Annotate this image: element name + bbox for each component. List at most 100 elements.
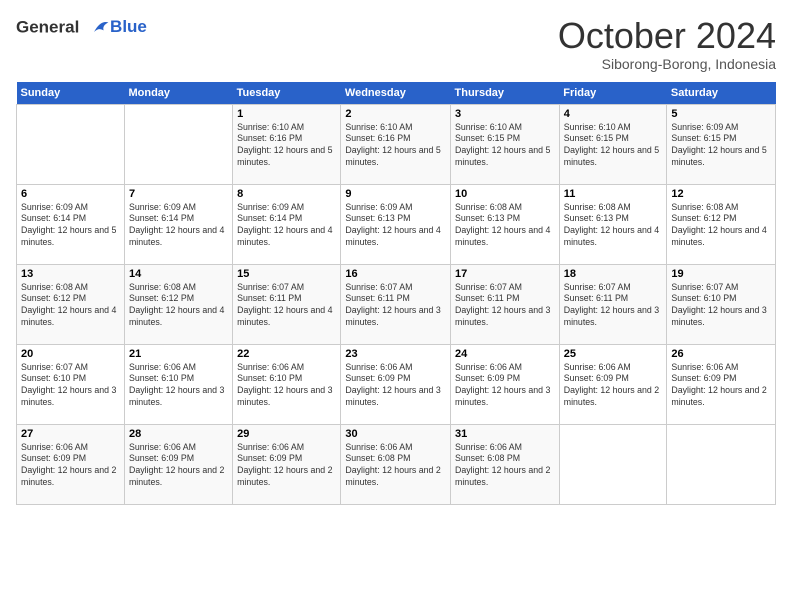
table-row: 11 Sunrise: 6:08 AM Sunset: 6:13 PM Dayli… [559, 184, 667, 264]
calendar-header-row: Sunday Monday Tuesday Wednesday Thursday… [17, 82, 776, 105]
calendar-week-row: 13 Sunrise: 6:08 AM Sunset: 6:12 PM Dayli… [17, 264, 776, 344]
table-row: 2 Sunrise: 6:10 AM Sunset: 6:16 PM Daylig… [341, 104, 451, 184]
table-row: 12 Sunrise: 6:08 AM Sunset: 6:12 PM Dayli… [667, 184, 776, 264]
table-row: 23 Sunrise: 6:06 AM Sunset: 6:09 PM Dayli… [341, 344, 451, 424]
day-number: 1 [237, 108, 336, 120]
table-row: 31Sunrise: 6:06 AM Sunset: 6:08 PM Dayli… [451, 424, 560, 504]
title-block: October 2024 Siborong-Borong, Indonesia [558, 16, 776, 72]
table-row: 4 Sunrise: 6:10 AM Sunset: 6:15 PM Daylig… [559, 104, 667, 184]
day-number: 28 [129, 428, 228, 440]
day-info: Sunrise: 6:08 AM Sunset: 6:12 PM Dayligh… [671, 202, 771, 250]
logo-general: General [16, 17, 79, 36]
day-number: 8 [237, 188, 336, 200]
day-number: 20 [21, 348, 120, 360]
day-number: 12 [671, 188, 771, 200]
header-monday: Monday [124, 82, 232, 105]
day-info: Sunrise: 6:06 AM Sunset: 6:10 PM Dayligh… [129, 362, 228, 410]
day-info: Sunrise: 6:09 AM Sunset: 6:14 PM Dayligh… [129, 202, 228, 250]
day-info: Sunrise: 6:10 AM Sunset: 6:16 PM Dayligh… [237, 122, 336, 170]
table-row: 10Sunrise: 6:08 AM Sunset: 6:13 PM Dayli… [451, 184, 560, 264]
header-saturday: Saturday [667, 82, 776, 105]
table-row: 24 Sunrise: 6:06 AM Sunset: 6:09 PM Dayli… [451, 344, 560, 424]
table-row: 3 Sunrise: 6:10 AM Sunset: 6:15 PM Daylig… [451, 104, 560, 184]
day-info: Sunrise: 6:08 AM Sunset: 6:13 PM Dayligh… [564, 202, 663, 250]
page-header: General Blue October 2024 Siborong-Boron… [16, 16, 776, 72]
table-row: 16 Sunrise: 6:07 AM Sunset: 6:11 PM Dayli… [341, 264, 451, 344]
day-info: Sunrise: 6:07 AM Sunset: 6:11 PM Dayligh… [237, 282, 336, 330]
day-number: 18 [564, 268, 663, 280]
table-row [124, 104, 232, 184]
day-info: Sunrise: 6:08 AM Sunset: 6:12 PM Dayligh… [129, 282, 228, 330]
day-number: 21 [129, 348, 228, 360]
table-row: 1 Sunrise: 6:10 AM Sunset: 6:16 PM Daylig… [233, 104, 341, 184]
day-info: Sunrise: 6:06 AM Sunset: 6:09 PM Dayligh… [671, 362, 771, 410]
calendar-week-row: 6 Sunrise: 6:09 AM Sunset: 6:14 PM Daylig… [17, 184, 776, 264]
day-number: 3 [455, 108, 555, 120]
day-number: 22 [237, 348, 336, 360]
calendar-table: Sunday Monday Tuesday Wednesday Thursday… [16, 82, 776, 505]
table-row: 18 Sunrise: 6:07 AM Sunset: 6:11 PM Dayli… [559, 264, 667, 344]
day-info: Sunrise: 6:09 AM Sunset: 6:14 PM Dayligh… [21, 202, 120, 250]
table-row: 27Sunrise: 6:06 AM Sunset: 6:09 PM Dayli… [17, 424, 125, 504]
month-title: October 2024 [558, 16, 776, 56]
day-info: Sunrise: 6:10 AM Sunset: 6:15 PM Dayligh… [564, 122, 663, 170]
table-row: 9Sunrise: 6:09 AM Sunset: 6:13 PM Daylig… [341, 184, 451, 264]
day-info: Sunrise: 6:06 AM Sunset: 6:10 PM Dayligh… [237, 362, 336, 410]
day-info: Sunrise: 6:07 AM Sunset: 6:11 PM Dayligh… [455, 282, 555, 330]
day-number: 26 [671, 348, 771, 360]
logo-bird-icon [86, 16, 110, 40]
day-info: Sunrise: 6:10 AM Sunset: 6:15 PM Dayligh… [455, 122, 555, 170]
day-info: Sunrise: 6:07 AM Sunset: 6:10 PM Dayligh… [21, 362, 120, 410]
day-info: Sunrise: 6:06 AM Sunset: 6:09 PM Dayligh… [455, 362, 555, 410]
day-number: 9 [345, 188, 446, 200]
calendar-week-row: 27Sunrise: 6:06 AM Sunset: 6:09 PM Dayli… [17, 424, 776, 504]
day-info: Sunrise: 6:06 AM Sunset: 6:09 PM Dayligh… [129, 442, 228, 490]
table-row: 8 Sunrise: 6:09 AM Sunset: 6:14 PM Daylig… [233, 184, 341, 264]
day-info: Sunrise: 6:06 AM Sunset: 6:09 PM Dayligh… [345, 362, 446, 410]
table-row: 14Sunrise: 6:08 AM Sunset: 6:12 PM Dayli… [124, 264, 232, 344]
table-row [17, 104, 125, 184]
day-number: 11 [564, 188, 663, 200]
day-info: Sunrise: 6:07 AM Sunset: 6:11 PM Dayligh… [564, 282, 663, 330]
day-info: Sunrise: 6:10 AM Sunset: 6:16 PM Dayligh… [345, 122, 446, 170]
table-row: 21 Sunrise: 6:06 AM Sunset: 6:10 PM Dayli… [124, 344, 232, 424]
table-row [559, 424, 667, 504]
calendar-week-row: 20 Sunrise: 6:07 AM Sunset: 6:10 PM Dayli… [17, 344, 776, 424]
day-info: Sunrise: 6:08 AM Sunset: 6:13 PM Dayligh… [455, 202, 555, 250]
day-info: Sunrise: 6:08 AM Sunset: 6:12 PM Dayligh… [21, 282, 120, 330]
table-row: 25Sunrise: 6:06 AM Sunset: 6:09 PM Dayli… [559, 344, 667, 424]
table-row: 7 Sunrise: 6:09 AM Sunset: 6:14 PM Daylig… [124, 184, 232, 264]
day-number: 15 [237, 268, 336, 280]
day-number: 24 [455, 348, 555, 360]
day-number: 2 [345, 108, 446, 120]
logo-blue: Blue [110, 17, 147, 37]
header-friday: Friday [559, 82, 667, 105]
calendar-week-row: 1 Sunrise: 6:10 AM Sunset: 6:16 PM Daylig… [17, 104, 776, 184]
header-thursday: Thursday [451, 82, 560, 105]
table-row: 29Sunrise: 6:06 AM Sunset: 6:09 PM Dayli… [233, 424, 341, 504]
day-number: 29 [237, 428, 336, 440]
day-info: Sunrise: 6:09 AM Sunset: 6:15 PM Dayligh… [671, 122, 771, 170]
day-number: 6 [21, 188, 120, 200]
day-number: 17 [455, 268, 555, 280]
logo: General Blue [16, 16, 147, 40]
table-row: 17 Sunrise: 6:07 AM Sunset: 6:11 PM Dayli… [451, 264, 560, 344]
day-number: 23 [345, 348, 446, 360]
day-number: 30 [345, 428, 446, 440]
table-row: 22 Sunrise: 6:06 AM Sunset: 6:10 PM Dayli… [233, 344, 341, 424]
day-number: 7 [129, 188, 228, 200]
location: Siborong-Borong, Indonesia [558, 56, 776, 72]
table-row: 28 Sunrise: 6:06 AM Sunset: 6:09 PM Dayli… [124, 424, 232, 504]
day-number: 13 [21, 268, 120, 280]
table-row: 15 Sunrise: 6:07 AM Sunset: 6:11 PM Dayli… [233, 264, 341, 344]
day-info: Sunrise: 6:06 AM Sunset: 6:08 PM Dayligh… [345, 442, 446, 490]
day-info: Sunrise: 6:07 AM Sunset: 6:11 PM Dayligh… [345, 282, 446, 330]
day-info: Sunrise: 6:07 AM Sunset: 6:10 PM Dayligh… [671, 282, 771, 330]
day-number: 4 [564, 108, 663, 120]
day-number: 16 [345, 268, 446, 280]
day-number: 31 [455, 428, 555, 440]
table-row: 6 Sunrise: 6:09 AM Sunset: 6:14 PM Daylig… [17, 184, 125, 264]
table-row: 30 Sunrise: 6:06 AM Sunset: 6:08 PM Dayli… [341, 424, 451, 504]
day-info: Sunrise: 6:09 AM Sunset: 6:14 PM Dayligh… [237, 202, 336, 250]
day-number: 19 [671, 268, 771, 280]
